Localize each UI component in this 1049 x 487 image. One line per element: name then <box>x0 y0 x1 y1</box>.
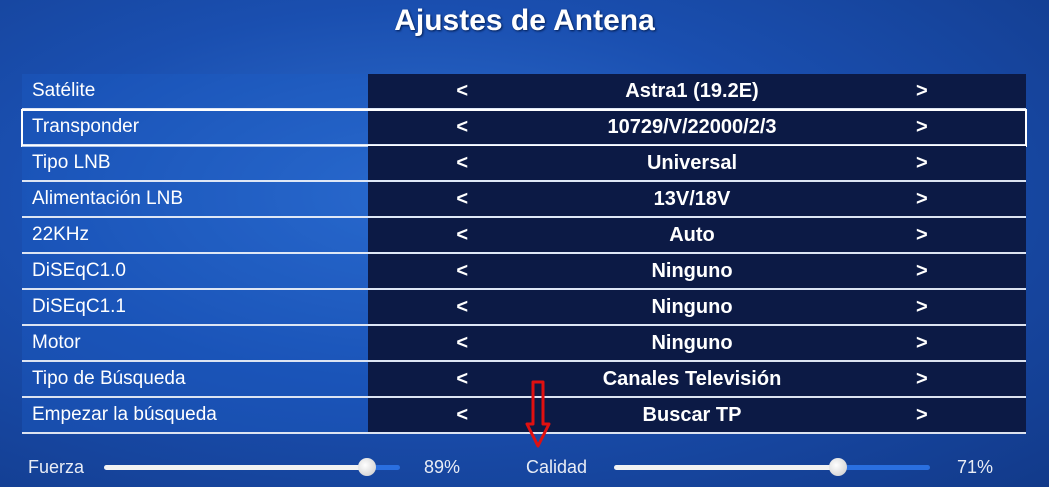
arrow-left-icon[interactable]: < <box>368 224 468 247</box>
signal-bar-area: Fuerza 89% Calidad 71% <box>0 448 1049 487</box>
menu-row-satellite[interactable]: Satélite < Astra1 (19.2E) > <box>22 74 1026 110</box>
arrow-left-icon[interactable]: < <box>368 188 468 211</box>
signal-quality-bar <box>614 458 930 476</box>
arrow-right-icon[interactable]: > <box>916 404 1026 427</box>
screen-title: Ajustes de Antena <box>394 4 655 37</box>
menu-row-search-type[interactable]: Tipo de Búsqueda < Canales Televisión > <box>22 362 1026 398</box>
signal-strength-knob <box>358 458 377 476</box>
signal-quality-label: Calidad <box>526 457 588 477</box>
menu-row-label: Transponder <box>22 110 368 144</box>
arrow-right-icon[interactable]: > <box>916 224 1026 247</box>
menu-row-value: 13V/18V <box>653 187 731 210</box>
menu-row-label: Alimentación LNB <box>22 182 368 216</box>
menu-row-start-search[interactable]: Empezar la búsqueda < Buscar TP > <box>22 398 1026 434</box>
menu-row-diseqc11[interactable]: DiSEqC1.1 < Ninguno > <box>22 290 1026 326</box>
arrow-right-icon[interactable]: > <box>916 152 1026 175</box>
arrow-right-icon[interactable]: > <box>916 80 1026 103</box>
signal-strength-percent: 89% <box>424 457 461 477</box>
menu-row-label: Satélite <box>22 74 368 108</box>
menu-row-value: Ninguno <box>651 331 733 354</box>
menu-row-label: Empezar la búsqueda <box>22 398 368 432</box>
arrow-left-icon[interactable]: < <box>368 116 468 139</box>
arrow-left-icon[interactable]: < <box>368 260 468 283</box>
menu-row-value: Ninguno <box>651 259 733 282</box>
antenna-settings-menu: Satélite < Astra1 (19.2E) > Transponder … <box>21 74 1027 434</box>
signal-quality-fill <box>614 465 839 470</box>
menu-row-22khz[interactable]: 22KHz < Auto > <box>22 218 1026 254</box>
arrow-left-icon[interactable]: < <box>368 152 468 175</box>
menu-row-transponder[interactable]: Transponder < 10729/V/22000/2/3 > <box>21 109 1027 147</box>
arrow-right-icon[interactable]: > <box>916 260 1026 283</box>
menu-row-label: Motor <box>22 326 368 360</box>
arrow-right-icon[interactable]: > <box>916 368 1026 391</box>
arrow-left-icon[interactable]: < <box>368 404 468 427</box>
menu-row-motor[interactable]: Motor < Ninguno > <box>22 326 1026 362</box>
red-down-arrow-icon <box>525 380 551 448</box>
arrow-right-icon[interactable]: > <box>916 116 1026 139</box>
signal-strength-label: Fuerza <box>28 457 85 477</box>
signal-strength-fill <box>104 465 368 470</box>
arrow-right-icon[interactable]: > <box>916 332 1026 355</box>
signal-strength-bar <box>104 458 400 476</box>
arrow-left-icon[interactable]: < <box>368 332 468 355</box>
menu-row-value: Ninguno <box>651 295 733 318</box>
menu-row-label: 22KHz <box>22 218 368 252</box>
signal-quality-percent: 71% <box>957 457 994 477</box>
arrow-left-icon[interactable]: < <box>368 296 468 319</box>
menu-row-label: Tipo LNB <box>22 146 368 180</box>
arrow-right-icon[interactable]: > <box>916 188 1026 211</box>
menu-row-diseqc10[interactable]: DiSEqC1.0 < Ninguno > <box>22 254 1026 290</box>
arrow-left-icon[interactable]: < <box>368 368 468 391</box>
signal-quality-knob <box>829 458 848 476</box>
arrow-left-icon[interactable]: < <box>368 80 468 103</box>
menu-row-label: DiSEqC1.0 <box>22 254 368 288</box>
menu-row-value: 10729/V/22000/2/3 <box>607 115 777 138</box>
menu-row-lnb-type[interactable]: Tipo LNB < Universal > <box>22 146 1026 182</box>
menu-row-lnb-power[interactable]: Alimentación LNB < 13V/18V > <box>22 182 1026 218</box>
menu-row-label: Tipo de Búsqueda <box>22 362 368 396</box>
menu-row-value: Auto <box>669 223 715 246</box>
arrow-right-icon[interactable]: > <box>916 296 1026 319</box>
menu-row-value: Astra1 (19.2E) <box>625 79 759 102</box>
menu-row-label: DiSEqC1.1 <box>22 290 368 324</box>
menu-row-value: Universal <box>646 151 738 174</box>
